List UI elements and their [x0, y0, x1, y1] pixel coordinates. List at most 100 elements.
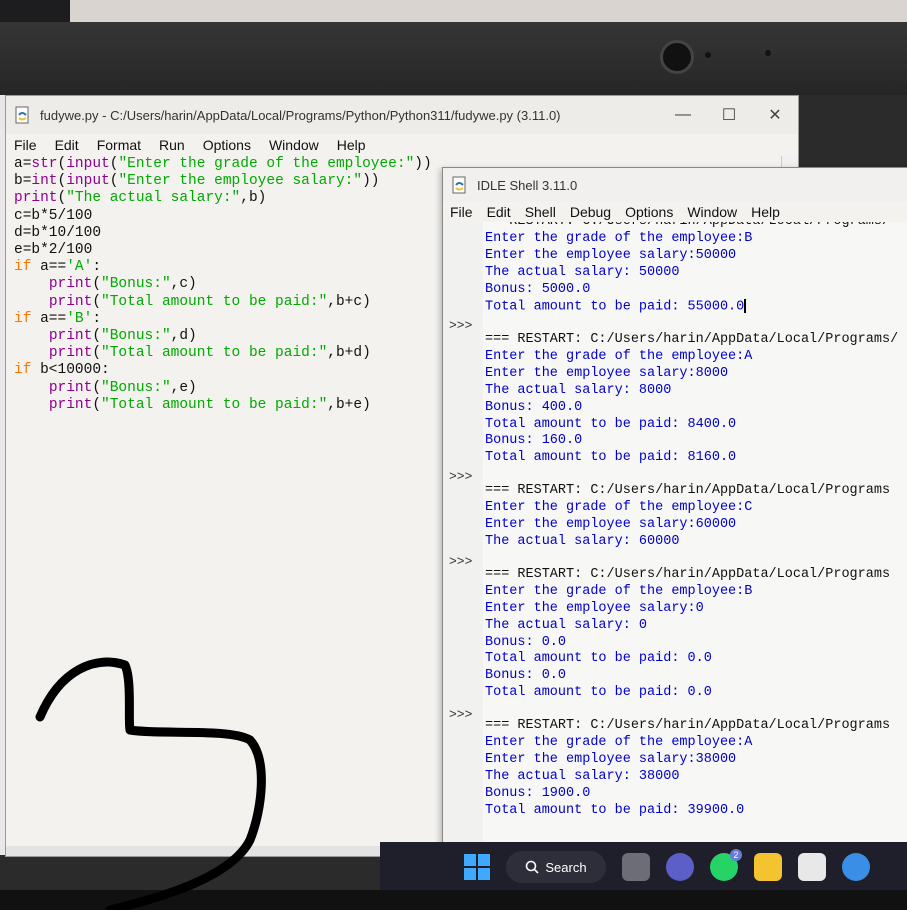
text-cursor	[744, 298, 747, 313]
code-line: print("The actual salary:",b)	[14, 190, 267, 207]
shell-run-block: === RESTART: C:/Users/harin/AppData/Loca…	[485, 483, 907, 551]
code-line: if a=='B':	[14, 310, 102, 327]
prompt-sidebar: >>> >>> >>> >>>	[443, 222, 483, 858]
output-line: Enter the employee salary:8000	[485, 365, 729, 381]
menu-help[interactable]: Help	[337, 137, 366, 153]
output-line: Enter the grade of the employee:A	[485, 348, 753, 364]
output-line: Enter the grade of the employee:C	[485, 500, 753, 516]
webcam-icon	[660, 40, 694, 74]
menu-options[interactable]: Options	[203, 137, 251, 153]
output-line: The actual salary: 8000	[485, 382, 672, 398]
output-line: Bonus: 0.0	[485, 668, 567, 684]
camera-light-dot	[765, 50, 771, 56]
python-file-icon	[15, 106, 29, 124]
search-label: Search	[545, 859, 587, 875]
whatsapp-icon[interactable]: 2	[710, 849, 742, 881]
shell-run-block: === RESTART: C:/Users/harin/AppData/Loca…	[485, 332, 907, 467]
output-line: Total amount to be paid: 0.0	[485, 685, 712, 701]
code-line: if a=='A':	[14, 259, 102, 276]
file-explorer-icon[interactable]	[754, 853, 782, 881]
shell-output[interactable]: == RESTART: C:/Users/harin/AppData/Local…	[485, 222, 907, 858]
shell-menu-file[interactable]: File	[450, 204, 473, 220]
output-line: Enter the grade of the employee:A	[485, 735, 753, 751]
shell-menu-edit[interactable]: Edit	[487, 204, 511, 220]
editor-titlebar: fudywe.py - C:/Users/harin/AppData/Local…	[6, 96, 798, 134]
output-line: Enter the employee salary:60000	[485, 517, 737, 533]
shell-titlebar: IDLE Shell 3.11.0	[443, 168, 907, 202]
task-view-icon[interactable]	[622, 853, 650, 881]
code-line: print("Bonus:",d)	[48, 328, 197, 345]
shell-prompt: >>>	[449, 469, 473, 484]
laptop-bezel	[0, 0, 907, 95]
shell-run-block: == RESTART: C:/Users/harin/AppData/Local…	[485, 222, 907, 316]
menu-window[interactable]: Window	[269, 137, 319, 153]
shell-prompt: >>>	[449, 554, 473, 569]
output-line: Enter the employee salary:50000	[485, 247, 737, 263]
menu-format[interactable]: Format	[97, 137, 141, 153]
taskbar: Search 2	[380, 842, 907, 892]
editor-menubar: File Edit Format Run Options Window Help	[6, 134, 798, 156]
menu-file[interactable]: File	[14, 137, 37, 153]
output-line: Total amount to be paid: 39900.0	[485, 802, 745, 818]
code-line: print("Bonus:",c)	[48, 276, 197, 293]
code-line: print("Total amount to be paid:",b+d)	[48, 345, 371, 362]
idle-shell-window: IDLE Shell 3.11.0 File Edit Shell Debug …	[442, 167, 907, 859]
output-line: Bonus: 1900.0	[485, 785, 591, 801]
shell-menu-window[interactable]: Window	[687, 204, 737, 220]
windows-start-icon[interactable]	[464, 854, 490, 880]
output-line: Bonus: 5000.0	[485, 281, 591, 297]
notification-badge: 2	[730, 849, 742, 861]
shell-menubar: File Edit Shell Debug Options Window Hel…	[443, 202, 907, 222]
code-line: c=b*5/100	[14, 207, 93, 224]
laptop-bottom-bezel	[0, 890, 907, 910]
output-line: Enter the employee salary:38000	[485, 751, 737, 767]
output-line: Enter the employee salary:0	[485, 600, 704, 616]
code-editor[interactable]: a=str(input("Enter the grade of the empl…	[14, 156, 432, 414]
dark-corner	[0, 0, 70, 22]
output-line: Bonus: 0.0	[485, 634, 567, 650]
close-icon[interactable]: ✕	[752, 105, 798, 125]
output-line: The actual salary: 50000	[485, 264, 680, 280]
code-line: b=int(input("Enter the employee salary:"…	[14, 173, 380, 190]
output-line: Enter the grade of the employee:B	[485, 583, 753, 599]
code-line: print("Bonus:",e)	[48, 379, 197, 396]
settings-icon[interactable]	[842, 853, 870, 881]
output-line: Total amount to be paid: 8160.0	[485, 450, 737, 466]
menu-edit[interactable]: Edit	[55, 137, 79, 153]
code-line: print("Total amount to be paid:",b+c)	[48, 293, 371, 310]
teams-icon[interactable]	[666, 853, 694, 881]
shell-prompt: >>>	[449, 707, 473, 722]
editor-title: fudywe.py - C:/Users/harin/AppData/Local…	[40, 107, 561, 123]
restart-line: === RESTART: C:/Users/harin/AppData/Loca…	[485, 483, 891, 499]
code-line: print("Total amount to be paid:",b+e)	[48, 396, 371, 413]
code-line: if b<10000:	[14, 362, 110, 379]
shell-run-block: === RESTART: C:/Users/harin/AppData/Loca…	[485, 567, 907, 702]
store-icon[interactable]	[798, 853, 826, 881]
menu-run[interactable]: Run	[159, 137, 185, 153]
shell-menu-shell[interactable]: Shell	[525, 204, 556, 220]
restart-line: === RESTART: C:/Users/harin/AppData/Loca…	[485, 332, 899, 347]
camera-sensor-dot	[705, 52, 711, 58]
code-line: d=b*10/100	[14, 224, 102, 241]
output-line: Total amount to be paid: 55000.0	[485, 298, 747, 315]
code-line: e=b*2/100	[14, 242, 93, 259]
maximize-icon[interactable]: ☐	[706, 105, 752, 125]
shell-menu-debug[interactable]: Debug	[570, 204, 611, 220]
output-line: The actual salary: 38000	[485, 768, 680, 784]
output-line: Total amount to be paid: 0.0	[485, 651, 712, 667]
output-line: The actual salary: 60000	[485, 533, 680, 549]
shell-title: IDLE Shell 3.11.0	[477, 177, 578, 193]
python-shell-icon	[452, 176, 466, 194]
restart-line: === RESTART: C:/Users/harin/AppData/Loca…	[485, 566, 891, 582]
output-line: Total amount to be paid: 8400.0	[485, 416, 737, 432]
shell-menu-options[interactable]: Options	[625, 204, 673, 220]
shell-menu-help[interactable]: Help	[751, 204, 780, 220]
wall-background	[0, 0, 907, 22]
restart-line: === RESTART: C:/Users/harin/AppData/Loca…	[485, 718, 891, 734]
restart-line: == RESTART: C:/Users/harin/AppData/Local…	[485, 222, 907, 231]
minimize-icon[interactable]: —	[660, 106, 706, 124]
taskbar-search[interactable]: Search	[506, 851, 606, 883]
output-line: Bonus: 160.0	[485, 433, 583, 449]
code-line: a=str(input("Enter the grade of the empl…	[14, 156, 432, 172]
shell-run-block: === RESTART: C:/Users/harin/AppData/Loca…	[485, 718, 907, 819]
